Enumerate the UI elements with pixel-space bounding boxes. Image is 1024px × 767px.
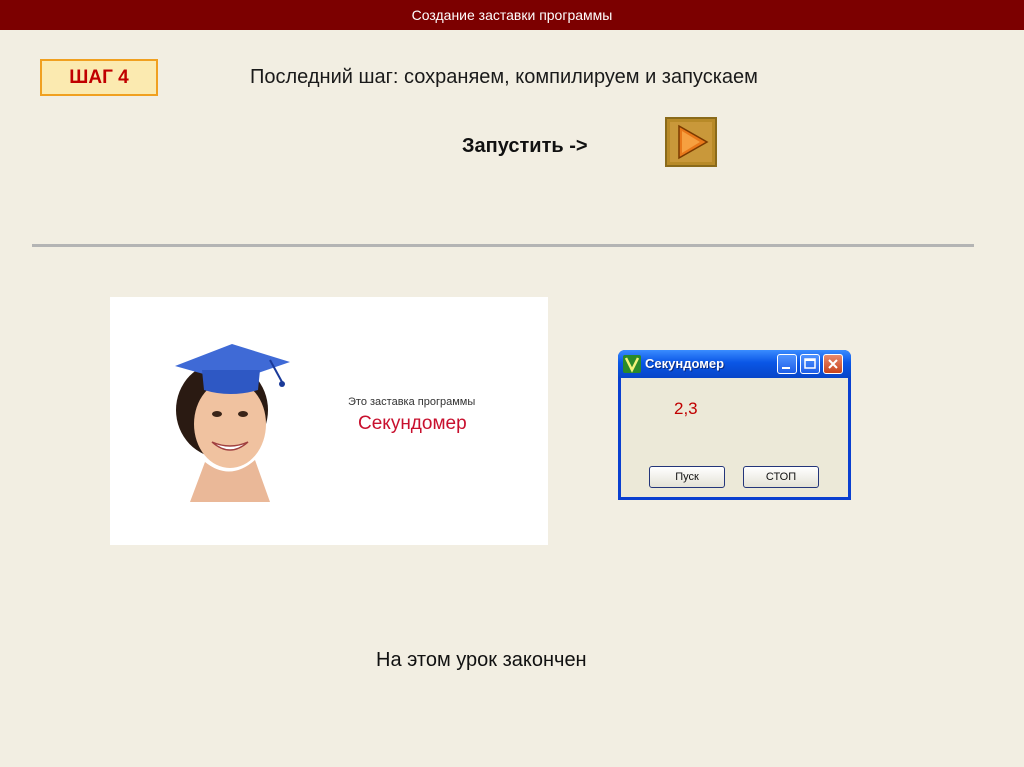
step-description: Последний шаг: сохраняем, компилируем и … xyxy=(250,66,758,88)
close-icon xyxy=(828,359,838,369)
student-photo xyxy=(160,332,300,502)
window-body: 2,3 Пуск СТОП xyxy=(621,378,848,497)
app-icon xyxy=(623,355,641,373)
run-label: Запустить -> xyxy=(462,135,588,157)
stop-button[interactable]: СТОП xyxy=(743,466,819,488)
play-arrow-icon xyxy=(665,117,717,167)
separator-line xyxy=(32,244,974,247)
start-button[interactable]: Пуск xyxy=(649,466,725,488)
minimize-icon xyxy=(782,367,790,369)
minimize-button[interactable] xyxy=(777,354,797,374)
step-badge: ШАГ 4 xyxy=(40,59,158,96)
maximize-button[interactable] xyxy=(800,354,820,374)
header-bar: Создание заставки программы xyxy=(0,0,1024,30)
stopwatch-window: Секундомер 2,3 Пуск СТОП xyxy=(618,350,851,500)
lesson-end-text: На этом урок закончен xyxy=(376,649,587,671)
close-button[interactable] xyxy=(823,354,843,374)
page-title: Создание заставки программы xyxy=(411,7,613,23)
splash-screen-preview: Это заставка программы Секундомер xyxy=(110,297,548,545)
window-titlebar[interactable]: Секундомер xyxy=(618,350,851,378)
run-button[interactable] xyxy=(665,117,717,167)
maximize-icon xyxy=(804,358,816,369)
window-title: Секундомер xyxy=(645,356,725,371)
splash-title: Секундомер xyxy=(358,413,467,434)
elapsed-time-label: 2,3 xyxy=(674,399,698,418)
splash-caption: Это заставка программы xyxy=(348,396,476,408)
